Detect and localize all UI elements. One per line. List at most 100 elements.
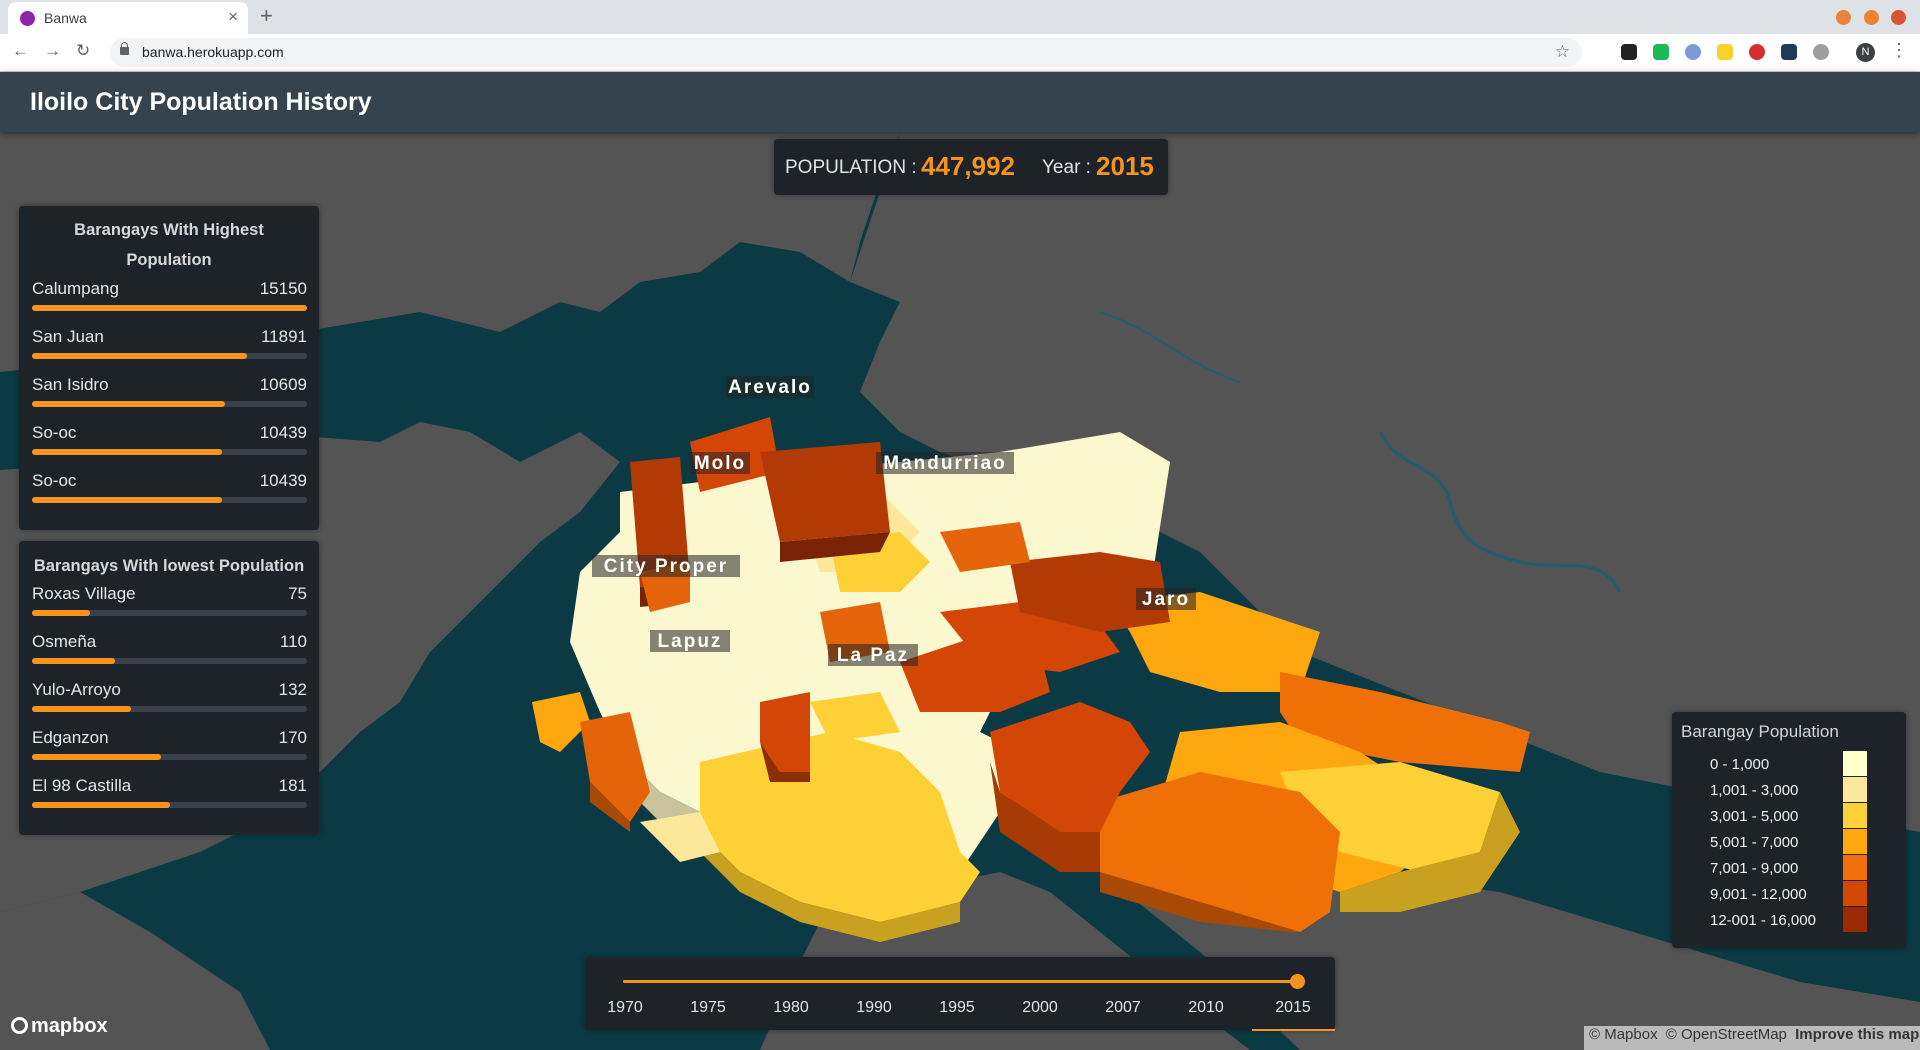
close-tab-icon[interactable]: × — [228, 7, 238, 27]
barangay-population: 10609 — [259, 375, 307, 394]
svg-text:Jaro: Jaro — [1142, 589, 1190, 610]
list-item: Roxas Village 75 — [32, 584, 307, 632]
minimize-window-button[interactable] — [1836, 10, 1852, 25]
barangay-population: 10439 — [259, 423, 307, 442]
legend-label: 7,001 - 9,000 — [1710, 860, 1799, 877]
close-window-button[interactable] — [1891, 10, 1906, 25]
legend-item: 0 - 1,000 — [1672, 750, 1906, 776]
population-bar-fill — [32, 449, 222, 455]
attribution-osm-link[interactable]: © OpenStreetMap — [1666, 1026, 1787, 1043]
year-tab-1995[interactable]: 1995 — [917, 999, 997, 1017]
lowest-panel-title: Barangays With lowest Population — [33, 557, 305, 575]
population-stats-panel: POPULATION : 447,992 Year : 2015 — [774, 139, 1168, 195]
population-bar-fill — [32, 401, 225, 407]
barangay-name: San Juan — [32, 327, 104, 346]
district-label-mandurriao: Mandurriao — [876, 452, 1014, 474]
year-slider-track[interactable] — [623, 980, 1301, 983]
tab-title: Banwa — [44, 10, 87, 26]
legend-item: 12-001 - 16,000 — [1672, 906, 1906, 932]
population-bar — [32, 449, 307, 455]
list-item: So-oc 10439 — [32, 423, 307, 471]
list-item: San Isidro 10609 — [32, 375, 307, 423]
population-bar-fill — [32, 610, 90, 616]
population-bar — [32, 658, 307, 664]
year-value: 2015 — [1096, 151, 1154, 181]
shield-extension-icon[interactable] — [1653, 44, 1669, 60]
react-extension-icon[interactable] — [1781, 44, 1797, 60]
back-button[interactable]: ← — [12, 41, 29, 61]
mapbox-logo[interactable]: mapbox — [11, 1015, 108, 1038]
barangay-name: Edganzon — [32, 728, 109, 747]
list-item: San Juan 11891 — [32, 327, 307, 375]
district-label-lapuz: Lapuz — [650, 630, 730, 652]
population-bar — [32, 401, 307, 407]
adblock-extension-icon[interactable] — [1749, 44, 1765, 60]
browser-toolbar: ← → ↻ banwa.herokuapp.com ☆ N ⋮ — [0, 34, 1920, 72]
legend-title: Barangay Population — [1681, 722, 1839, 741]
address-bar[interactable]: banwa.herokuapp.com ☆ — [110, 38, 1582, 67]
download-extension-icon[interactable] — [1813, 44, 1829, 60]
year-tab-1990[interactable]: 1990 — [834, 999, 914, 1017]
district-label-city-proper: City Proper — [592, 555, 740, 577]
mapbox-logo-text: mapbox — [31, 1015, 108, 1037]
population-bar-fill — [32, 497, 222, 503]
population-bar — [32, 754, 307, 760]
browser-tab[interactable]: Banwa × — [8, 2, 248, 34]
barangay-population: 15150 — [259, 279, 307, 298]
barangay-population: 181 — [278, 776, 307, 795]
reload-button[interactable]: ↻ — [76, 41, 90, 61]
year-tab-1970[interactable]: 1970 — [585, 999, 665, 1017]
population-bar-fill — [32, 754, 162, 760]
improve-map-link[interactable]: Improve this map — [1795, 1026, 1919, 1043]
district-label-molo: Molo — [690, 452, 750, 474]
lock-icon — [120, 42, 129, 55]
population-bar — [32, 353, 307, 359]
note-extension-icon[interactable] — [1717, 44, 1733, 60]
barangay-population: 110 — [279, 632, 307, 651]
year-slider-thumb[interactable] — [1290, 974, 1305, 989]
barangay-population: 75 — [288, 584, 307, 603]
barangay-name: Calumpang — [32, 279, 119, 298]
year-tab-2015[interactable]: 2015 — [1253, 999, 1333, 1017]
population-bar-fill — [32, 353, 247, 359]
new-tab-button[interactable]: + — [260, 3, 273, 29]
svg-text:Arevalo: Arevalo — [728, 377, 812, 398]
year-tab-2010[interactable]: 2010 — [1166, 999, 1246, 1017]
legend-label: 9,001 - 12,000 — [1710, 886, 1807, 903]
highest-panel-title-line2: Population — [126, 251, 212, 269]
browser-menu-icon[interactable]: ⋮ — [1890, 40, 1908, 61]
population-bar — [32, 610, 307, 616]
population-legend: Barangay Population 0 - 1,000 1,001 - 3,… — [1672, 712, 1906, 948]
paw-extension-icon[interactable] — [1621, 44, 1637, 60]
legend-swatch — [1843, 777, 1867, 802]
profile-avatar[interactable]: N — [1856, 43, 1875, 62]
svg-text:La Paz: La Paz — [837, 645, 909, 666]
barangay-name: So-oc — [32, 471, 77, 490]
lowest-population-panel: Barangays With lowest Population Roxas V… — [19, 541, 319, 835]
list-item: So-oc 10439 — [32, 471, 307, 519]
legend-item: 7,001 - 9,000 — [1672, 854, 1906, 880]
list-item: Osmeña 110 — [32, 632, 307, 680]
maximize-window-button[interactable] — [1863, 10, 1879, 25]
legend-item: 5,001 - 7,000 — [1672, 828, 1906, 854]
attribution-mapbox-link[interactable]: © Mapbox — [1589, 1026, 1658, 1043]
year-slider-panel: 1970 1975 1980 1990 1995 2000 2007 2010 … — [585, 957, 1335, 1031]
bookmark-star-icon[interactable]: ☆ — [1555, 42, 1570, 62]
forward-button[interactable]: → — [44, 41, 61, 61]
population-bar — [32, 497, 307, 503]
year-tab-2007[interactable]: 2007 — [1083, 999, 1163, 1017]
barangay-name: So-oc — [32, 423, 77, 442]
legend-swatch — [1843, 907, 1867, 932]
district-label-la-paz: La Paz — [828, 644, 918, 666]
year-tab-2000[interactable]: 2000 — [1000, 999, 1080, 1017]
barangay-population: 170 — [278, 728, 307, 747]
legend-label: 12-001 - 16,000 — [1710, 912, 1816, 929]
population-value: 447,992 — [921, 151, 1015, 181]
barangay-name: Roxas Village — [32, 584, 136, 603]
legend-label: 0 - 1,000 — [1710, 756, 1770, 773]
privacy-extension-icon[interactable] — [1685, 44, 1701, 60]
year-tab-1975[interactable]: 1975 — [668, 999, 748, 1017]
year-tab-1980[interactable]: 1980 — [751, 999, 831, 1017]
app-header: Iloilo City Population History — [0, 72, 1920, 132]
list-item: Edganzon 170 — [32, 728, 307, 776]
